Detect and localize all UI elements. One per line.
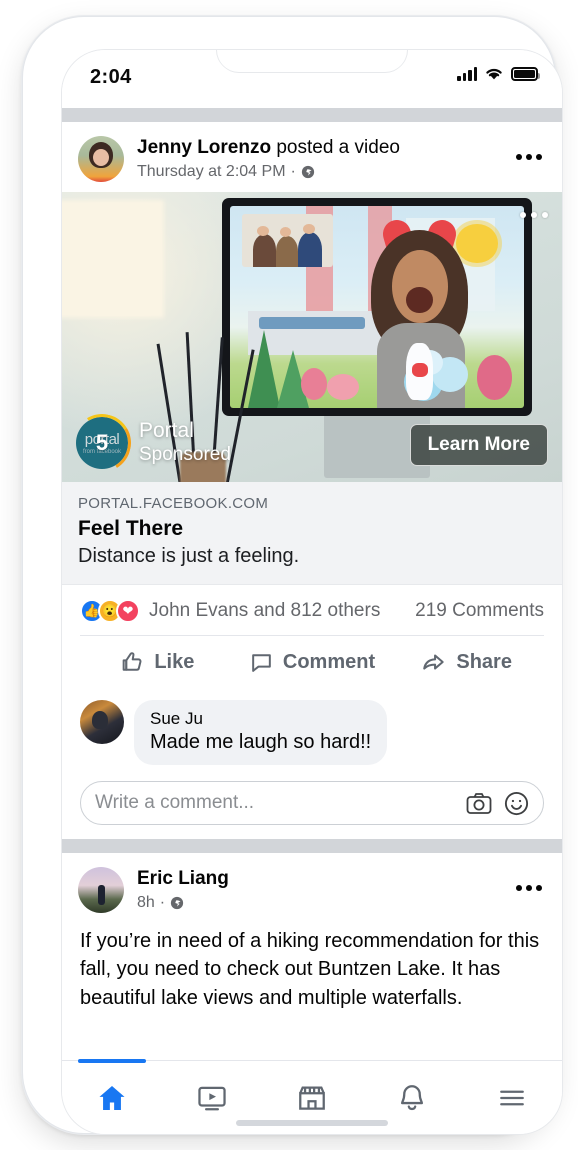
share-arrow-icon <box>423 654 445 670</box>
share-button[interactable]: Share <box>389 636 544 688</box>
post-eric-liang: Eric Liang 8h · If you’re in need of a h… <box>62 853 562 1023</box>
sponsor-name: Portal <box>139 419 194 443</box>
link-description: Distance is just a feeling. <box>78 545 300 567</box>
post-jenny-lorenzo: Jenny Lorenzo posted a video Thursday at… <box>62 122 562 825</box>
like-button[interactable]: Like <box>80 636 235 688</box>
reaction-summary[interactable]: John Evans and 812 others <box>149 600 380 622</box>
active-tab-indicator <box>78 1059 146 1063</box>
marketplace-store-icon <box>299 1085 325 1110</box>
post-author-line: Jenny Lorenzo posted a video <box>137 136 400 159</box>
love-reaction-icon: ❤ <box>116 599 140 623</box>
hamburger-menu-icon <box>500 1090 524 1105</box>
post-divider <box>62 839 562 853</box>
comment-input-placeholder[interactable]: Write a comment... <box>95 792 466 814</box>
sponsor-branding: portal from facebook 5 Portal Sponsored <box>66 407 231 479</box>
lamp-decor <box>62 200 164 318</box>
status-icons <box>457 66 540 81</box>
like-label: Like <box>154 650 195 673</box>
post-body-text: If you’re in need of a hiking recommenda… <box>80 930 540 1009</box>
video-player[interactable]: portal from facebook 5 Portal Sponsored … <box>62 192 562 482</box>
post-author-name[interactable]: Jenny Lorenzo <box>137 137 271 158</box>
home-indicator <box>236 1120 388 1126</box>
comment-text: Made me laugh so hard!! <box>150 731 372 753</box>
avatar[interactable] <box>80 700 124 744</box>
status-time: 2:04 <box>90 66 132 88</box>
avatar[interactable] <box>78 867 124 913</box>
cartoon-tree <box>327 373 360 400</box>
comment-button[interactable]: Comment <box>235 636 390 688</box>
cartoon-tree <box>300 367 327 400</box>
sponsored-label: Sponsored <box>139 444 231 466</box>
globe-icon <box>171 896 184 910</box>
cartoon-unicorn <box>406 343 433 400</box>
comment-item: Sue Ju Made me laugh so hard!! <box>62 688 562 773</box>
post-header: Jenny Lorenzo posted a video Thursday at… <box>62 122 562 192</box>
status-bar: 2:04 <box>62 50 562 108</box>
cellular-signal-icon <box>457 66 477 81</box>
portal-logo: portal from facebook 5 <box>66 407 138 479</box>
post-header: Eric Liang 8h · <box>62 853 562 923</box>
learn-more-button[interactable]: Learn More <box>409 424 548 466</box>
feed-top-divider <box>62 108 562 122</box>
comment-label: Comment <box>282 650 376 673</box>
countdown-number: 5 <box>95 430 109 455</box>
comment-count[interactable]: 219 Comments <box>415 600 544 622</box>
home-icon <box>99 1085 125 1110</box>
phone-frame: 2:04 Jenny Lorenzo posted a video Thursd… <box>22 16 563 1135</box>
nav-item-home[interactable] <box>62 1059 162 1134</box>
phone-notch <box>217 50 407 72</box>
link-url: PORTAL.FACEBOOK.COM <box>78 495 269 512</box>
post-meta: 8h · <box>137 893 229 913</box>
post-actions: Like Comment Share <box>80 635 544 688</box>
more-options-icon[interactable] <box>516 154 542 160</box>
comment-composer[interactable]: Write a comment... <box>80 781 544 825</box>
post-author-name[interactable]: Eric Liang <box>137 868 229 889</box>
post-timestamp: 8h <box>137 894 155 912</box>
reaction-icons[interactable]: 👍 😮 ❤ <box>80 599 140 623</box>
link-title: Feel There <box>78 517 184 540</box>
phone-screen: 2:04 Jenny Lorenzo posted a video Thursd… <box>61 49 563 1135</box>
thumbs-up-icon <box>122 651 142 671</box>
post-author-line: Eric Liang <box>137 867 229 890</box>
wifi-icon <box>486 68 502 80</box>
battery-icon <box>511 66 540 81</box>
bell-icon <box>401 1084 423 1110</box>
post-timestamp: Thursday at 2:04 PM <box>137 163 286 181</box>
camera-icon[interactable] <box>466 792 492 815</box>
comment-author[interactable]: Sue Ju <box>150 709 371 729</box>
post-action-text: posted a video <box>271 137 400 159</box>
share-label: Share <box>456 650 512 673</box>
cartoon-sun-icon <box>456 224 498 263</box>
nav-item-menu[interactable] <box>462 1061 562 1134</box>
more-options-icon[interactable] <box>516 885 542 891</box>
link-preview[interactable]: PORTAL.FACEBOOK.COM Feel There Distance … <box>62 482 562 585</box>
video-more-options-icon[interactable] <box>520 212 548 218</box>
globe-icon <box>301 165 314 179</box>
avatar[interactable] <box>78 136 124 182</box>
person-mouth <box>406 286 433 314</box>
picture-in-picture-callers <box>241 214 333 267</box>
comment-bubble-icon <box>252 653 271 672</box>
emoji-smiley-icon[interactable] <box>504 791 529 816</box>
watch-video-icon <box>198 1086 226 1110</box>
comment-bubble[interactable]: Sue Ju Made me laugh so hard!! <box>134 700 388 765</box>
post-meta: Thursday at 2:04 PM · <box>137 162 400 182</box>
reactions-bar: 👍 😮 ❤ John Evans and 812 others 219 Comm… <box>62 585 562 635</box>
